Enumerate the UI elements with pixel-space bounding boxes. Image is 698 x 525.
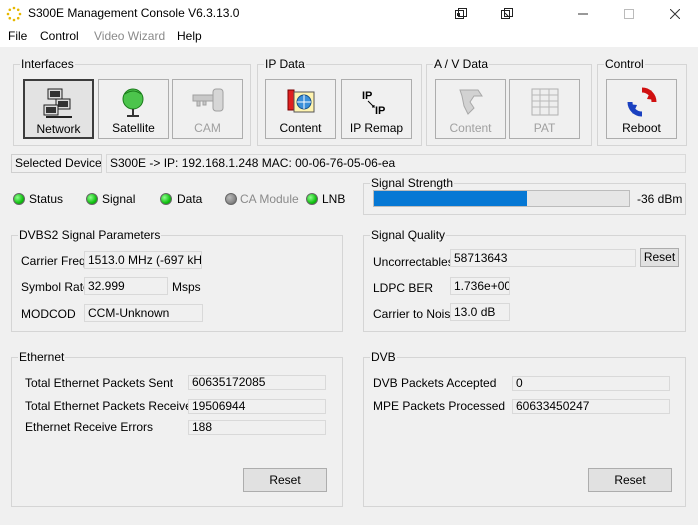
network-button[interactable]: Network [23, 79, 94, 139]
pin-view-icon[interactable] [484, 0, 530, 27]
window-title: S300E Management Console V6.3.13.0 [28, 6, 240, 20]
symbol-rate-field: 32.999 [84, 277, 168, 295]
table-grid-icon [531, 88, 558, 116]
data-led [160, 193, 172, 205]
menu-control[interactable]: Control [40, 29, 79, 43]
dvb-accepted-field: 0 [512, 376, 670, 391]
close-button[interactable] [652, 0, 698, 27]
restore-view-icon[interactable] [438, 0, 484, 27]
menu-video-wizard[interactable]: Video Wizard [94, 29, 165, 43]
modcod-label: MODCOD [21, 307, 76, 321]
uncorrectables-field: 58713643 [450, 249, 636, 267]
lnb-led-label: LNB [322, 192, 346, 206]
ethernet-errors-label: Ethernet Receive Errors [25, 420, 154, 434]
signal-led-label: Signal [102, 192, 136, 206]
satellite-button[interactable]: Satellite [98, 79, 169, 139]
network-icon [43, 88, 72, 118]
dvb-accepted-label: DVB Packets Accepted [373, 376, 497, 390]
menu-file[interactable]: File [8, 29, 27, 43]
dvbs2-group-title: DVBS2 Signal Parameters [18, 228, 162, 242]
dvb-group-title: DVB [370, 350, 397, 364]
app-logo-icon [6, 6, 22, 22]
status-led-label: Status [29, 192, 64, 206]
ethernet-group-title: Ethernet [18, 350, 66, 364]
ip-remap-icon: IP IP [362, 90, 385, 117]
carrier-freq-field: 1513.0 MHz (-697 kHz) [84, 251, 202, 269]
signal-quality-reset-button[interactable]: Reset [640, 248, 679, 267]
av-content-button-label: Content [449, 121, 492, 135]
reboot-arrows-icon [627, 87, 656, 117]
pat-button-label: PAT [533, 121, 556, 135]
title-bar: S300E Management Console V6.3.13.0 [0, 0, 698, 27]
cam-button-label: CAM [194, 121, 221, 135]
av-content-button[interactable]: Content [435, 79, 506, 139]
ethernet-sent-label: Total Ethernet Packets Sent [25, 376, 174, 390]
signal-quality-group-title: Signal Quality [370, 228, 447, 242]
symbol-rate-unit: Msps [172, 280, 201, 294]
av-data-group-label: A / V Data [433, 57, 490, 71]
ip-remap-button-label: IP Remap [349, 121, 404, 135]
signal-strength-value: -36 dBm [637, 192, 683, 206]
satellite-dish-icon [122, 88, 143, 117]
dvb-reset-button[interactable]: Reset [588, 468, 672, 492]
cam-button[interactable]: CAM [172, 79, 243, 139]
ldpc-ber-label: LDPC BER [373, 281, 434, 295]
ethernet-sent-field: 60635172085 [188, 375, 326, 390]
selected-device-label: Selected Device [11, 154, 102, 173]
interfaces-group-label: Interfaces [20, 57, 75, 71]
signal-strength-bar [373, 190, 630, 207]
uncorrectables-label: Uncorrectables [373, 255, 454, 269]
ip-remap-button[interactable]: IP IP IP Remap [341, 79, 412, 139]
maximize-button[interactable] [606, 0, 652, 27]
content-globe-icon [287, 89, 314, 113]
control-group-label: Control [604, 57, 645, 71]
network-button-label: Network [36, 122, 81, 136]
data-led-label: Data [177, 192, 203, 206]
carrier-to-noise-field: 13.0 dB [450, 303, 510, 321]
reboot-button-label: Reboot [622, 121, 661, 135]
menu-bar: File Control Video Wizard Help [0, 27, 698, 47]
svg-text:IP: IP [375, 105, 385, 117]
signal-strength-title: Signal Strength [370, 176, 455, 190]
av-content-icon [458, 89, 483, 115]
ethernet-received-label: Total Ethernet Packets Received [25, 399, 199, 413]
mpe-processed-label: MPE Packets Processed [373, 399, 506, 413]
ethernet-errors-field: 188 [188, 420, 326, 435]
mpe-processed-field: 60633450247 [512, 399, 670, 414]
ip-content-button[interactable]: Content [265, 79, 336, 139]
selected-device-value: S300E -> IP: 192.168.1.248 MAC: 00-06-76… [106, 154, 686, 173]
modcod-field: CCM-Unknown [84, 304, 203, 322]
carrier-to-noise-label: Carrier to Noise [373, 307, 458, 321]
signal-led [86, 193, 98, 205]
ldpc-ber-field: 1.736e+004 [450, 277, 510, 295]
pat-button[interactable]: PAT [509, 79, 580, 139]
key-icon [192, 88, 223, 112]
menu-help[interactable]: Help [177, 29, 202, 43]
ip-content-button-label: Content [279, 121, 322, 135]
minimize-button[interactable] [560, 0, 606, 27]
ethernet-received-field: 19506944 [188, 399, 326, 414]
symbol-rate-label: Symbol Rate [21, 280, 90, 294]
lnb-led [306, 193, 318, 205]
signal-strength-bar-fill [374, 191, 527, 206]
status-led [13, 193, 25, 205]
svg-text:IP: IP [362, 90, 372, 102]
ca-module-led-label: CA Module [240, 192, 299, 206]
reboot-button[interactable]: Reboot [606, 79, 677, 139]
carrier-freq-label: Carrier Freq. [21, 254, 90, 268]
satellite-button-label: Satellite [112, 121, 155, 135]
ca-module-led [225, 193, 237, 205]
ip-data-group-label: IP Data [264, 57, 306, 71]
ethernet-reset-button[interactable]: Reset [243, 468, 327, 492]
